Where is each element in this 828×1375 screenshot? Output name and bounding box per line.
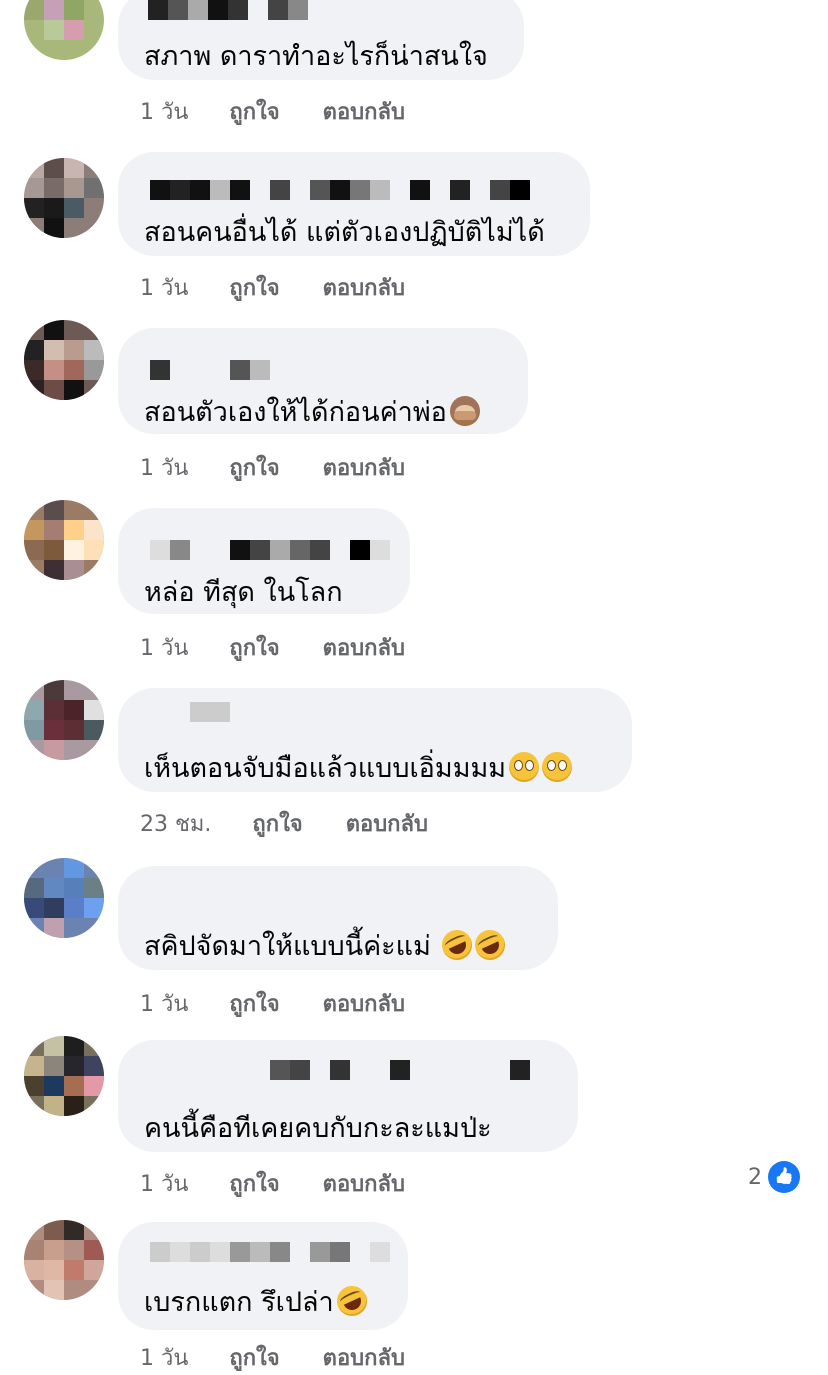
avatar[interactable] xyxy=(24,858,104,938)
comment-text: สอนตัวเองให้ได้ก่อนค่าพ่อ xyxy=(144,390,480,433)
reaction-summary[interactable]: 2 xyxy=(748,1160,800,1194)
comment-bubble: หล่อ ทีสุด ในโลก xyxy=(118,508,410,614)
comment-actions: 1 วัน ถูกใจ ตอบกลับ xyxy=(140,1340,405,1375)
eye-roll-face-icon xyxy=(542,752,573,782)
comment-text: สภาพ ดาราทำอะไรก็น่าสนใจ xyxy=(144,41,488,72)
like-button[interactable]: ถูกใจ xyxy=(229,630,279,665)
comment-text: คนนี้คือทีเคยคบกับกะละแมป่ะ xyxy=(144,1113,492,1144)
like-button[interactable]: ถูกใจ xyxy=(229,986,279,1021)
rofl-face-icon xyxy=(437,925,478,965)
comment-bubble: เบรกแตก รึเปล่า xyxy=(118,1222,408,1330)
reply-button[interactable]: ตอบกลับ xyxy=(323,630,405,665)
comment-actions: 1 วัน ถูกใจ ตอบกลับ xyxy=(140,94,405,129)
comment-actions: 1 วัน ถูกใจ ตอบกลับ xyxy=(140,630,405,665)
comment-bubble: สอนตัวเองให้ได้ก่อนค่าพ่อ xyxy=(118,328,528,434)
avatar[interactable] xyxy=(24,500,104,580)
reply-button[interactable]: ตอบกลับ xyxy=(323,270,405,305)
like-button[interactable]: ถูกใจ xyxy=(229,1340,279,1375)
like-button[interactable]: ถูกใจ xyxy=(229,1166,279,1201)
rofl-face-icon xyxy=(331,1281,372,1321)
reply-button[interactable]: ตอบกลับ xyxy=(323,1166,405,1201)
comment-time[interactable]: 1 วัน xyxy=(140,270,188,305)
reply-button[interactable]: ตอบกลับ xyxy=(323,450,405,485)
comment-text: สอนคนอื่นได้ แต่ตัวเองปฏิบัติไม่ได้ xyxy=(144,217,545,248)
comment-time[interactable]: 1 วัน xyxy=(140,986,188,1021)
comment-actions: 1 วัน ถูกใจ ตอบกลับ xyxy=(140,986,405,1021)
rofl-face-icon xyxy=(470,925,511,965)
like-button[interactable]: ถูกใจ xyxy=(229,450,279,485)
like-button[interactable]: ถูกใจ xyxy=(229,270,279,305)
comment-actions: 1 วัน ถูกใจ ตอบกลับ xyxy=(140,1166,405,1201)
comment-text: หล่อ ทีสุด ในโลก xyxy=(144,577,343,608)
comment-time[interactable]: 1 วัน xyxy=(140,1340,188,1375)
eye-roll-face-icon xyxy=(509,752,540,782)
comment-bubble: สภาพ ดาราทำอะไรก็น่าสนใจ xyxy=(118,0,524,80)
avatar[interactable] xyxy=(24,320,104,400)
comment-time[interactable]: 23 ชม. xyxy=(140,806,211,841)
reply-button[interactable]: ตอบกลับ xyxy=(323,94,405,129)
comment-bubble: สคิปจัดมาให้แบบนี้ค่ะแม่ xyxy=(118,866,558,970)
like-button[interactable]: ถูกใจ xyxy=(252,806,302,841)
comment-text: เห็นตอนจับมือแล้วแบบเอิ่มมมม xyxy=(144,746,573,789)
avatar[interactable] xyxy=(24,0,104,60)
comment-time[interactable]: 1 วัน xyxy=(140,94,188,129)
comment-actions: 1 วัน ถูกใจ ตอบกลับ xyxy=(140,270,405,305)
speak-no-evil-monkey-icon xyxy=(449,396,480,426)
comment-text: เบรกแตก รึเปล่า xyxy=(144,1280,372,1323)
avatar[interactable] xyxy=(24,158,104,238)
like-reaction-icon xyxy=(768,1161,800,1193)
reply-button[interactable]: ตอบกลับ xyxy=(323,986,405,1021)
avatar[interactable] xyxy=(24,680,104,760)
reply-button[interactable]: ตอบกลับ xyxy=(323,1340,405,1375)
comment-actions: 1 วัน ถูกใจ ตอบกลับ xyxy=(140,450,405,485)
comment-bubble: สอนคนอื่นได้ แต่ตัวเองปฏิบัติไม่ได้ xyxy=(118,152,590,256)
comment-time[interactable]: 1 วัน xyxy=(140,1166,188,1201)
comment-bubble: คนนี้คือทีเคยคบกับกะละแมป่ะ xyxy=(118,1040,578,1152)
like-button[interactable]: ถูกใจ xyxy=(229,94,279,129)
reaction-count: 2 xyxy=(748,1164,762,1190)
reply-button[interactable]: ตอบกลับ xyxy=(346,806,428,841)
avatar[interactable] xyxy=(24,1036,104,1116)
avatar[interactable] xyxy=(24,1220,104,1300)
comment-time[interactable]: 1 วัน xyxy=(140,450,188,485)
comment-time[interactable]: 1 วัน xyxy=(140,630,188,665)
comment-actions: 23 ชม. ถูกใจ ตอบกลับ xyxy=(140,806,428,841)
comment-text: สคิปจัดมาให้แบบนี้ค่ะแม่ xyxy=(144,924,511,967)
comment-bubble: เห็นตอนจับมือแล้วแบบเอิ่มมมม xyxy=(118,688,632,792)
